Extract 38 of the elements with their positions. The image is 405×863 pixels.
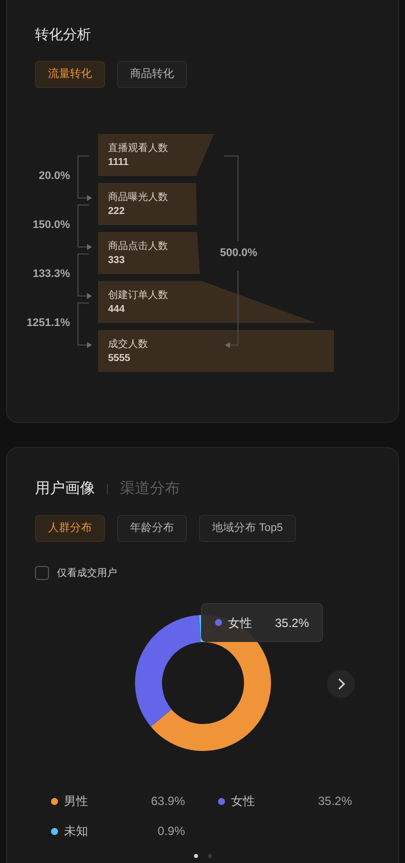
section-tab[interactable]: 用户画像 [35, 478, 95, 500]
legend-value: 0.9% [158, 823, 185, 840]
legend-label: 男性 [64, 793, 88, 810]
legend-label: 女性 [231, 793, 255, 810]
bracket-arrow [78, 302, 92, 348]
stage-label: 创建订单人数 [108, 289, 168, 302]
stage-label: 商品曝光人数 [108, 191, 168, 204]
stage-label: 商品点击人数 [108, 240, 168, 253]
conversion-rate: 20.0% [38, 169, 70, 183]
checkbox-label: 仅看成交用户 [57, 566, 117, 580]
conversion-rate: 1251.1% [26, 316, 70, 330]
filter-tab[interactable]: 年龄分布 [117, 515, 187, 542]
chevron-right-icon [336, 678, 346, 690]
conversion-rate: 150.0% [32, 218, 70, 232]
tooltip-value: 35.2% [274, 614, 309, 632]
filter-tab[interactable]: 地域分布 Top5 [199, 515, 296, 542]
legend-value: 35.2% [318, 793, 352, 810]
filter-tab[interactable]: 商品转化 [117, 61, 187, 88]
section-title: 转化分析 [35, 25, 92, 44]
stage-value: 333 [108, 254, 125, 267]
overall-rate: 500.0% [220, 246, 258, 260]
bracket-arrow [78, 254, 92, 299]
legend-value: 63.9% [150, 793, 185, 810]
next-button[interactable] [327, 670, 355, 698]
stage-value: 1111 [108, 156, 129, 169]
legend-label: 未知 [64, 823, 88, 840]
stage-value: 444 [108, 303, 125, 316]
bracket-arrow [78, 156, 92, 201]
filter-tab[interactable]: 流量转化 [35, 61, 105, 88]
conversion-rate: 133.3% [32, 267, 70, 281]
bracket-arrow [78, 204, 92, 250]
tooltip-label: 女性 [228, 614, 252, 632]
stage-value: 222 [108, 205, 125, 218]
filter-tab[interactable]: 人群分布 [35, 515, 105, 542]
stage-label: 成交人数 [108, 338, 148, 351]
stage-label: 直播观看人数 [108, 142, 168, 155]
stage-value: 5555 [108, 352, 130, 365]
checkbox[interactable] [35, 566, 49, 580]
